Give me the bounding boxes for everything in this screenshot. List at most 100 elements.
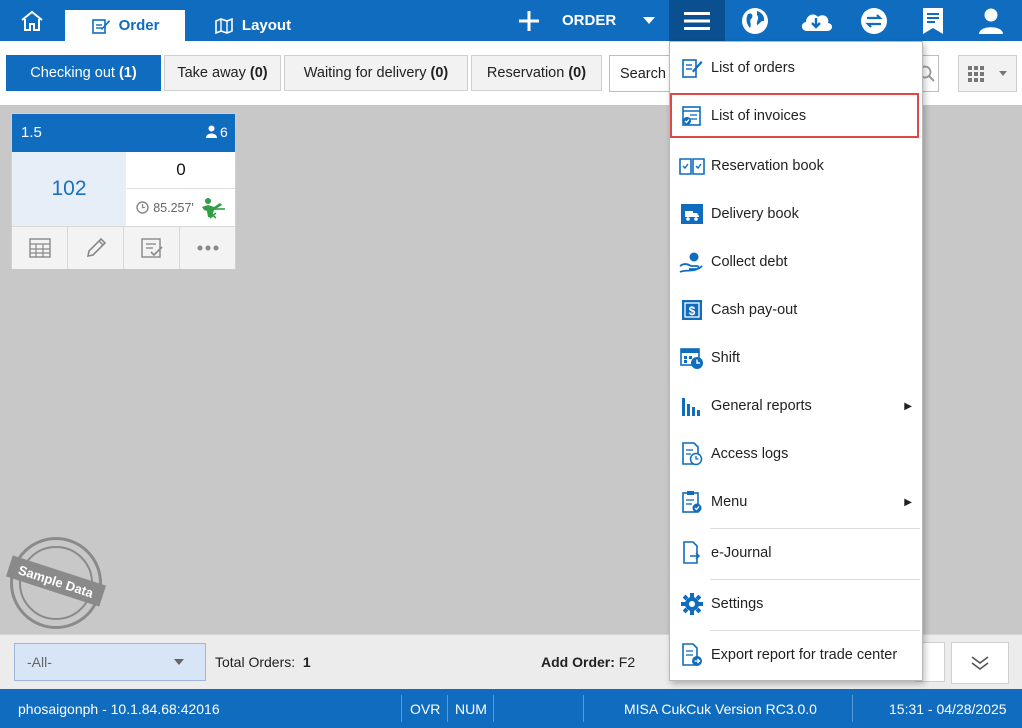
chevron-down-icon bbox=[174, 659, 184, 665]
menu-item-cash-pay-out[interactable]: $ Cash pay-out bbox=[670, 287, 922, 333]
menu-item-collect-debt[interactable]: Collect debt bbox=[670, 239, 922, 285]
payment-button[interactable] bbox=[12, 227, 68, 269]
view-mode-button[interactable] bbox=[958, 55, 1017, 92]
menu-item-label: Collect debt bbox=[711, 254, 788, 270]
menu-item-label: General reports bbox=[711, 398, 812, 414]
bookmark-button[interactable] bbox=[905, 0, 961, 41]
add-order-label: Add Order: bbox=[541, 654, 615, 670]
order-filter-value: -All- bbox=[27, 654, 52, 670]
hamburger-icon bbox=[684, 11, 710, 30]
more-icon bbox=[197, 245, 218, 251]
menu-item-label: Shift bbox=[711, 350, 741, 366]
edit-order-button[interactable] bbox=[68, 227, 124, 269]
calendar-icon bbox=[675, 346, 709, 370]
total-orders-label: Total Orders: bbox=[215, 654, 296, 670]
menu-item-label: Settings bbox=[711, 596, 764, 612]
order-card-header: 1.5 6 bbox=[12, 114, 235, 152]
chevron-down-icon[interactable] bbox=[642, 16, 656, 26]
highlight-box bbox=[670, 93, 919, 138]
menu-item-reservation-book[interactable]: Reservation book bbox=[670, 143, 922, 189]
add-order-hint: Add Order: F2 bbox=[541, 654, 635, 670]
double-chevron-down-icon bbox=[971, 656, 989, 670]
menu-item-label: Access logs bbox=[711, 446, 789, 462]
menu-item-general-reports[interactable]: General reports ▶ bbox=[670, 383, 922, 429]
status-divider bbox=[447, 695, 448, 722]
delivery-icon bbox=[675, 203, 709, 225]
table-number: 1.5 bbox=[21, 124, 42, 141]
status-divider bbox=[401, 695, 402, 722]
tab-waiting-for-delivery[interactable]: Waiting for delivery (0) bbox=[284, 55, 468, 91]
plus-icon bbox=[519, 10, 539, 31]
submenu-arrow-icon: ▶ bbox=[904, 496, 912, 508]
tab-waiting-label: Waiting for delivery bbox=[303, 65, 427, 81]
status-divider bbox=[583, 695, 584, 722]
add-order-key: F2 bbox=[618, 654, 636, 670]
search-text: Search bbox=[620, 65, 666, 82]
edit-icon bbox=[91, 18, 110, 34]
tab-layout[interactable]: Layout bbox=[195, 10, 310, 41]
new-order-label: ORDER bbox=[562, 12, 617, 29]
tab-order[interactable]: Order bbox=[65, 10, 185, 41]
menu-button[interactable] bbox=[669, 0, 725, 41]
menu-item-label: Delivery book bbox=[711, 206, 799, 222]
status-bar: phosaigonph - 10.1.84.68:42016 OVR NUM M… bbox=[0, 689, 1022, 728]
num-indicator: NUM bbox=[455, 700, 487, 717]
grid-icon bbox=[967, 65, 984, 82]
export-icon bbox=[675, 643, 709, 667]
menu-item-settings[interactable]: Settings bbox=[670, 581, 922, 627]
tab-checking-out-count: (1) bbox=[118, 65, 137, 81]
menu-item-access-logs[interactable]: Access logs bbox=[670, 431, 922, 477]
collapse-button[interactable] bbox=[951, 642, 1009, 684]
download-button[interactable] bbox=[788, 0, 844, 41]
order-number: 102 bbox=[12, 152, 126, 226]
sample-data-stamp: Sample Data bbox=[5, 537, 107, 629]
bar-chart-icon bbox=[675, 396, 709, 416]
elapsed-time: 85.257' bbox=[153, 200, 194, 215]
menu-item-menu[interactable]: Menu ▶ bbox=[670, 479, 922, 525]
server-info: phosaigonph - 10.1.84.68:42016 bbox=[18, 700, 220, 717]
book-icon bbox=[675, 156, 709, 176]
globe-button[interactable] bbox=[727, 0, 783, 41]
guest-icon bbox=[206, 125, 217, 138]
order-card[interactable]: 1.5 6 102 0 85.257' bbox=[11, 113, 236, 269]
journal-icon bbox=[675, 541, 709, 565]
menu-item-label: e-Journal bbox=[711, 545, 772, 561]
sync-icon bbox=[861, 7, 887, 34]
menu-item-label: List of orders bbox=[711, 60, 795, 76]
menu-item-delivery-book[interactable]: Delivery book bbox=[670, 191, 922, 237]
menu-item-shift[interactable]: Shift bbox=[670, 335, 922, 381]
menu-item-list-of-orders[interactable]: List of orders bbox=[670, 45, 922, 91]
svg-text:$: $ bbox=[689, 304, 696, 318]
sync-button[interactable] bbox=[846, 0, 902, 41]
menu-item-label: Menu bbox=[711, 494, 748, 510]
tab-layout-label: Layout bbox=[241, 17, 292, 34]
bookmark-list-icon bbox=[923, 7, 943, 34]
home-button[interactable] bbox=[0, 0, 64, 41]
pencil-icon bbox=[86, 237, 106, 258]
new-order-button[interactable]: ORDER bbox=[518, 0, 668, 41]
status-divider bbox=[852, 695, 853, 722]
tab-checking-out[interactable]: Checking out (1) bbox=[6, 55, 161, 91]
tab-take-away-label: Take away bbox=[177, 65, 246, 81]
total-orders-value: 1 bbox=[302, 654, 311, 670]
order-filter-select[interactable]: -All- bbox=[14, 643, 206, 681]
order-amount: 0 bbox=[127, 152, 235, 189]
tab-reservation[interactable]: Reservation (0) bbox=[471, 55, 602, 91]
chevron-down-icon bbox=[998, 70, 1007, 76]
list-orders-icon bbox=[675, 57, 709, 79]
gear-icon bbox=[675, 593, 709, 615]
menu-item-e-journal[interactable]: e-Journal bbox=[670, 530, 922, 576]
order-detail-button[interactable] bbox=[124, 227, 180, 269]
date-time: 15:31 - 04/28/2025 bbox=[889, 700, 1007, 717]
checklist-icon bbox=[140, 238, 163, 258]
cash-icon: $ bbox=[675, 299, 709, 321]
menu-item-label: Reservation book bbox=[711, 158, 824, 174]
menu-divider bbox=[710, 579, 920, 580]
coins-icon bbox=[675, 251, 709, 273]
tab-reservation-label: Reservation bbox=[486, 65, 565, 81]
more-button[interactable] bbox=[180, 227, 235, 269]
tab-take-away[interactable]: Take away (0) bbox=[164, 55, 281, 91]
menu-item-export-report[interactable]: Export report for trade center bbox=[670, 632, 922, 678]
user-button[interactable] bbox=[963, 0, 1019, 41]
table-grid-icon bbox=[28, 238, 51, 258]
